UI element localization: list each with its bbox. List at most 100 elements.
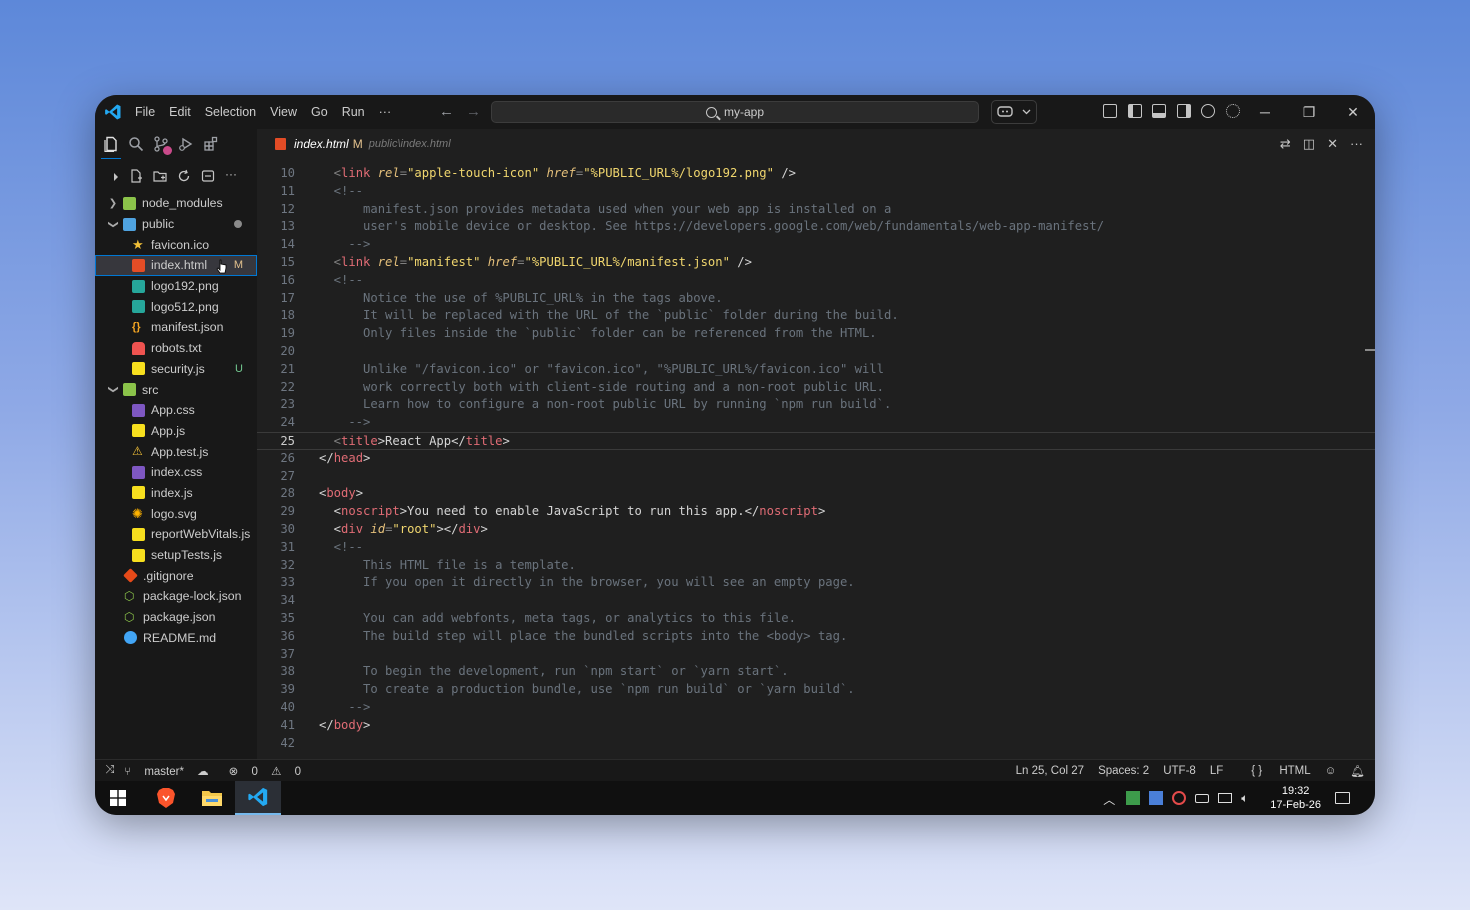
- remote-icon[interactable]: ⤨: [105, 764, 114, 777]
- split-editor-icon[interactable]: ◫: [1303, 137, 1315, 151]
- taskbar-brave[interactable]: [143, 781, 189, 815]
- menu-file[interactable]: File: [135, 105, 155, 119]
- code-line[interactable]: 25 <title>React App</title>: [257, 432, 1375, 450]
- code-line[interactable]: 10 <link rel="apple-touch-icon" href="%P…: [257, 165, 1375, 183]
- taskbar-file-explorer[interactable]: [189, 781, 235, 815]
- code-line[interactable]: 18 It will be replaced with the URL of t…: [257, 307, 1375, 325]
- menu-run[interactable]: Run: [342, 105, 365, 119]
- network-icon[interactable]: [1218, 793, 1233, 803]
- code-line[interactable]: 35 You can add webfonts, meta tags, or a…: [257, 610, 1375, 628]
- tree-file-logo192[interactable]: logo192.png: [95, 276, 257, 297]
- volume-icon[interactable]: 🔈︎: [1241, 791, 1255, 805]
- code-line[interactable]: 31 <!--: [257, 539, 1375, 557]
- copilot-icon[interactable]: ☺: [1325, 765, 1337, 777]
- code-line[interactable]: 32 This HTML file is a template.: [257, 557, 1375, 575]
- code-line[interactable]: 42: [257, 735, 1375, 753]
- account-icon[interactable]: [1201, 104, 1215, 118]
- end-of-line[interactable]: LF: [1210, 765, 1223, 777]
- start-button[interactable]: [95, 781, 141, 815]
- tree-file-readme[interactable]: README.md: [95, 627, 257, 648]
- toggle-panel-icon[interactable]: [1152, 104, 1166, 118]
- tree-file-favicon[interactable]: ★ favicon.ico: [95, 234, 257, 255]
- code-line[interactable]: 15 <link rel="manifest" href="%PUBLIC_UR…: [257, 254, 1375, 272]
- toggle-secondary-sidebar-icon[interactable]: [1176, 104, 1191, 118]
- new-file-icon[interactable]: [129, 169, 143, 183]
- code-line[interactable]: 40 -->: [257, 699, 1375, 717]
- refresh-icon[interactable]: [177, 169, 191, 183]
- code-line[interactable]: 24 -->: [257, 414, 1375, 432]
- code-line[interactable]: 16 <!--: [257, 272, 1375, 290]
- menu-view[interactable]: View: [270, 105, 297, 119]
- code-line[interactable]: 26 </head>: [257, 450, 1375, 468]
- code-line[interactable]: 19 Only files inside the `public` folder…: [257, 325, 1375, 343]
- tree-file-app-test-js[interactable]: ⚠ App.test.js: [95, 441, 257, 462]
- explorer-files-icon[interactable]: [101, 136, 121, 160]
- more-actions-icon[interactable]: ···: [1350, 137, 1363, 151]
- cursor-position[interactable]: Ln 25, Col 27: [1016, 765, 1084, 777]
- show-hidden-icons-icon[interactable]: ︿: [1103, 791, 1117, 807]
- menu-more[interactable]: ···: [379, 105, 392, 119]
- clock[interactable]: 19:32 17-Feb-26: [1270, 784, 1321, 812]
- tree-file-package-lock[interactable]: ⬡ package-lock.json: [95, 586, 257, 607]
- open-changes-icon[interactable]: ⇄: [1280, 137, 1291, 151]
- code-editor[interactable]: 10 <link rel="apple-touch-icon" href="%P…: [257, 159, 1375, 759]
- new-folder-icon[interactable]: [153, 169, 167, 183]
- branch-item[interactable]: ⑂ master* ☁: [124, 764, 218, 778]
- tree-folder-node-modules[interactable]: ❯ node_modules: [95, 193, 257, 214]
- code-line[interactable]: 27: [257, 468, 1375, 486]
- menu-selection[interactable]: Selection: [205, 105, 256, 119]
- close-button[interactable]: ✕: [1331, 104, 1375, 121]
- code-line[interactable]: 13 user's mobile device or desktop. See …: [257, 218, 1375, 236]
- menu-go[interactable]: Go: [311, 105, 328, 119]
- code-line[interactable]: 21 Unlike "/favicon.ico" or "favicon.ico…: [257, 361, 1375, 379]
- language-mode[interactable]: { } HTML: [1237, 765, 1310, 777]
- problems-item[interactable]: ⊗ 0 ⚠ 0: [229, 764, 311, 778]
- tree-folder-src[interactable]: ❯ src: [95, 379, 257, 400]
- forward-arrow-icon[interactable]: →: [466, 103, 481, 121]
- tray-app-icon[interactable]: [1149, 791, 1164, 805]
- collapse-all-icon[interactable]: [201, 169, 215, 183]
- code-line[interactable]: 37: [257, 646, 1375, 664]
- close-editor-icon[interactable]: ✕: [1327, 137, 1338, 151]
- tree-folder-public[interactable]: ❯ public: [95, 214, 257, 235]
- code-line[interactable]: 41 </body>: [257, 717, 1375, 735]
- restore-button[interactable]: ❐: [1287, 104, 1331, 121]
- code-line[interactable]: 14 -->: [257, 236, 1375, 254]
- notifications-icon[interactable]: [1335, 792, 1350, 804]
- tree-file-app-js[interactable]: App.js: [95, 421, 257, 442]
- tree-file-gitignore[interactable]: .gitignore: [95, 565, 257, 586]
- tree-file-logo-svg[interactable]: ✺ logo.svg: [95, 503, 257, 524]
- source-control-icon[interactable]: [153, 136, 172, 155]
- tray-app-icon[interactable]: [1172, 791, 1187, 805]
- tree-file-setup-tests[interactable]: setupTests.js: [95, 545, 257, 566]
- encoding[interactable]: UTF-8: [1163, 765, 1196, 777]
- code-line[interactable]: 20: [257, 343, 1375, 361]
- collapse-arrow-icon[interactable]: [113, 169, 121, 183]
- gear-icon[interactable]: [1225, 104, 1240, 118]
- tree-file-package-json[interactable]: ⬡ package.json: [95, 607, 257, 628]
- tree-file-index-css[interactable]: index.css: [95, 462, 257, 483]
- tray-app-icon[interactable]: [1126, 791, 1141, 805]
- code-line[interactable]: 29 <noscript>You need to enable JavaScri…: [257, 503, 1375, 521]
- tree-file-security-js[interactable]: security.js U: [95, 359, 257, 380]
- copilot-button[interactable]: [991, 100, 1037, 124]
- code-line[interactable]: 30 <div id="root"></div>: [257, 521, 1375, 539]
- toggle-primary-sidebar-icon[interactable]: [1127, 104, 1142, 118]
- customize-layout-icon[interactable]: [1103, 104, 1117, 118]
- extensions-icon[interactable]: [203, 136, 219, 152]
- code-line[interactable]: 38 To begin the development, run `npm st…: [257, 663, 1375, 681]
- tree-file-logo512[interactable]: logo512.png: [95, 296, 257, 317]
- indentation[interactable]: Spaces: 2: [1098, 765, 1149, 777]
- tab-index-html[interactable]: index.html M public\index.html: [257, 129, 463, 159]
- more-actions-icon[interactable]: ···: [225, 168, 239, 183]
- code-line[interactable]: 23 Learn how to configure a non-root pub…: [257, 396, 1375, 414]
- search-icon[interactable]: [128, 136, 144, 152]
- code-line[interactable]: 12 manifest.json provides metadata used …: [257, 201, 1375, 219]
- code-line[interactable]: 34: [257, 592, 1375, 610]
- menu-edit[interactable]: Edit: [169, 105, 191, 119]
- code-line[interactable]: 39 To create a production bundle, use `n…: [257, 681, 1375, 699]
- taskbar-vscode[interactable]: [235, 781, 281, 815]
- bell-icon[interactable]: 🔔︎: [1350, 764, 1365, 778]
- code-line[interactable]: 17 Notice the use of %PUBLIC_URL% in the…: [257, 290, 1375, 308]
- command-center-search[interactable]: my-app: [491, 101, 979, 123]
